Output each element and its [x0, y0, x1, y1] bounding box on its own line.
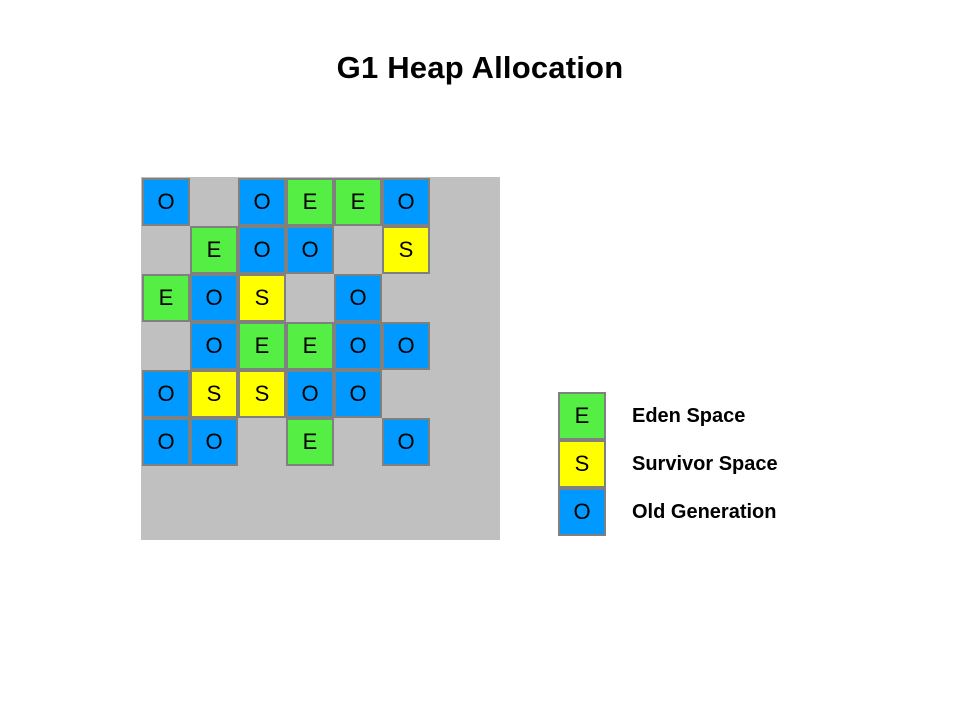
heap-region-cell[interactable]: O	[382, 322, 430, 370]
heap-region-cell[interactable]: O	[142, 370, 190, 418]
heap-empty-cell	[142, 226, 190, 274]
heap-region-cell[interactable]: E	[286, 178, 334, 226]
heap-region-cell[interactable]: E	[334, 178, 382, 226]
heap-region-cell[interactable]: O	[142, 178, 190, 226]
heap-region-cell[interactable]: O	[190, 322, 238, 370]
heap-region-cell[interactable]: E	[286, 322, 334, 370]
heap-region-cell[interactable]: S	[190, 370, 238, 418]
heap-region-cell[interactable]: O	[286, 370, 334, 418]
heap-region-cell[interactable]: O	[334, 370, 382, 418]
heap-region-cell[interactable]: O	[238, 226, 286, 274]
legend-label: Eden Space	[632, 404, 746, 427]
heap-region-cell[interactable]: O	[334, 322, 382, 370]
heap-empty-cell	[382, 274, 430, 322]
heap-region-cell[interactable]: O	[382, 418, 430, 466]
heap-region-cell[interactable]: O	[334, 274, 382, 322]
legend-swatch: E	[558, 392, 606, 440]
heap-region-cell[interactable]: S	[238, 370, 286, 418]
legend-label: Old Generation	[632, 500, 777, 523]
heap-panel: OOEEOEOOSEOSOOEEOOOSSOOOOEO	[141, 177, 500, 540]
heap-region-cell[interactable]: O	[190, 274, 238, 322]
legend-item: E Eden Space	[558, 392, 858, 440]
heap-region-cell[interactable]: S	[382, 226, 430, 274]
heap-region-cell[interactable]: S	[238, 274, 286, 322]
heap-empty-cell	[142, 322, 190, 370]
legend-swatch: S	[558, 440, 606, 488]
heap-region-cell[interactable]: E	[142, 274, 190, 322]
heap-empty-cell	[334, 418, 382, 466]
heap-empty-cell	[334, 226, 382, 274]
legend-label: Survivor Space	[632, 452, 778, 475]
page-title: G1 Heap Allocation	[336, 50, 624, 85]
heap-empty-cell	[238, 418, 286, 466]
heap-region-cell[interactable]: O	[190, 418, 238, 466]
heap-region-cell[interactable]: O	[238, 178, 286, 226]
heap-empty-cell	[190, 178, 238, 226]
heap-region-grid: OOEEOEOOSEOSOOEEOOOSSOOOOEO	[142, 178, 430, 466]
heap-region-cell[interactable]: O	[286, 226, 334, 274]
legend-item: O Old Generation	[558, 488, 858, 536]
legend-swatch: O	[558, 488, 606, 536]
legend-item: S Survivor Space	[558, 440, 858, 488]
heap-region-cell[interactable]: E	[190, 226, 238, 274]
heap-region-cell[interactable]: O	[382, 178, 430, 226]
heap-empty-cell	[286, 274, 334, 322]
heap-region-cell[interactable]: E	[286, 418, 334, 466]
heap-region-cell[interactable]: O	[142, 418, 190, 466]
heap-empty-cell	[382, 370, 430, 418]
legend: E Eden Space S Survivor Space O Old Generatio…	[558, 392, 858, 540]
heap-region-cell[interactable]: E	[238, 322, 286, 370]
